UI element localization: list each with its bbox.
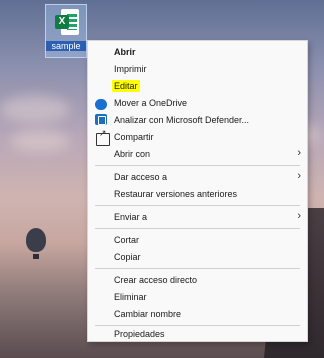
menu-item-label: Imprimir: [114, 64, 147, 74]
menu-item-mover-onedrive[interactable]: Mover a OneDrive: [88, 94, 307, 111]
context-menu: Abrir Imprimir Editar Mover a OneDrive A…: [87, 40, 308, 342]
chevron-right-icon: ›: [297, 170, 301, 182]
defender-shield-icon: [95, 114, 107, 125]
excel-file-icon: X: [55, 9, 79, 37]
menu-item-dar-acceso[interactable]: Dar acceso a ›: [88, 168, 307, 185]
menu-item-label: Crear acceso directo: [114, 275, 198, 285]
menu-item-eliminar[interactable]: Eliminar: [88, 288, 307, 305]
menu-item-editar[interactable]: Editar: [88, 77, 307, 94]
wallpaper-cloud: [0, 95, 70, 123]
balloon-basket: [33, 254, 39, 259]
hot-air-balloon-image: [26, 228, 46, 252]
menu-item-copiar[interactable]: Copiar: [88, 248, 307, 265]
menu-item-label: Analizar con Microsoft Defender...: [114, 115, 250, 125]
chevron-right-icon: ›: [297, 210, 301, 222]
menu-item-compartir[interactable]: Compartir: [88, 128, 307, 146]
menu-item-abrir-con[interactable]: Abrir con ›: [88, 145, 307, 162]
menu-item-label: Abrir: [114, 47, 136, 57]
menu-item-label: Mover a OneDrive: [114, 98, 188, 108]
menu-item-label: Cortar: [114, 235, 140, 245]
menu-separator: [95, 268, 300, 269]
menu-item-label: Enviar a: [114, 212, 148, 222]
menu-item-label: Compartir: [114, 132, 154, 142]
menu-item-label: Abrir con: [114, 149, 151, 159]
menu-item-label: Copiar: [114, 252, 141, 262]
menu-item-imprimir[interactable]: Imprimir: [88, 60, 307, 77]
menu-item-label: Eliminar: [114, 292, 147, 302]
menu-item-label: Dar acceso a: [114, 172, 168, 182]
desktop-file-excel[interactable]: X sample: [45, 4, 87, 58]
menu-item-crear-acceso-directo[interactable]: Crear acceso directo: [88, 271, 307, 288]
menu-separator: [95, 205, 300, 206]
menu-item-label: Restaurar versiones anteriores: [114, 189, 238, 199]
menu-item-analizar-defender[interactable]: Analizar con Microsoft Defender...: [88, 111, 307, 128]
menu-item-label: Editar: [112, 80, 140, 92]
menu-item-enviar-a[interactable]: Enviar a ›: [88, 208, 307, 225]
wallpaper-cloud: [10, 130, 70, 152]
menu-separator: [95, 228, 300, 229]
menu-item-cortar[interactable]: Cortar: [88, 231, 307, 248]
menu-item-label: Propiedades: [114, 329, 165, 339]
onedrive-cloud-icon: [95, 99, 107, 110]
menu-item-cambiar-nombre[interactable]: Cambiar nombre: [88, 305, 307, 322]
menu-item-label: Cambiar nombre: [114, 309, 182, 319]
menu-item-abrir[interactable]: Abrir: [88, 43, 307, 60]
menu-item-propiedades[interactable]: Propiedades: [88, 325, 307, 342]
file-name-label: sample: [46, 41, 86, 51]
chevron-right-icon: ›: [297, 147, 301, 159]
menu-item-restaurar-versiones[interactable]: Restaurar versiones anteriores: [88, 185, 307, 202]
excel-badge: X: [55, 15, 69, 29]
menu-separator: [95, 165, 300, 166]
